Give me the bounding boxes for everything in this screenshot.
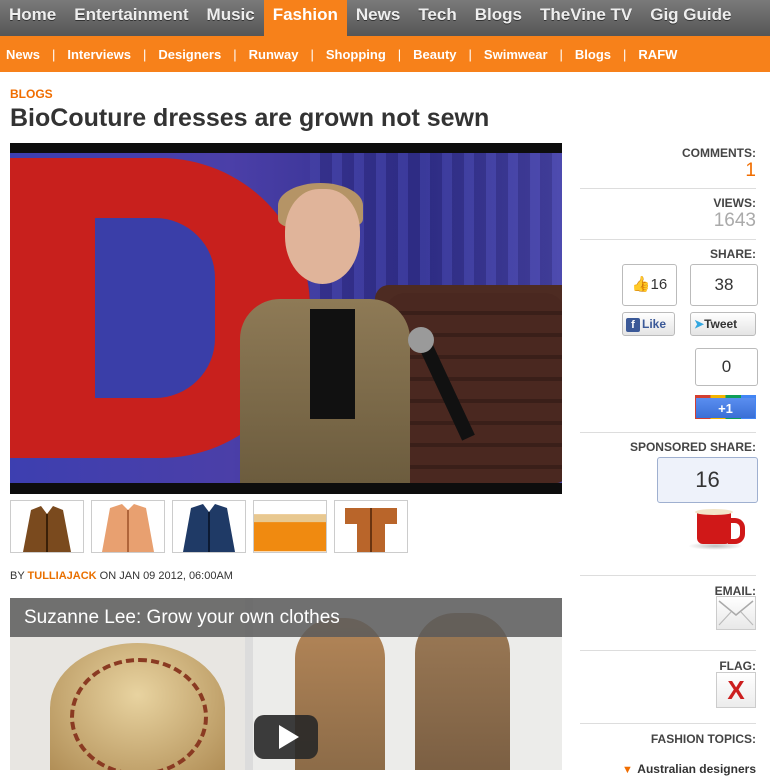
topic-australian-designers[interactable]: Australian designers	[637, 762, 756, 776]
author-link[interactable]: TULLIAJACK	[28, 570, 97, 582]
subnav-separator: |	[397, 46, 402, 62]
subnav-separator: |	[623, 46, 627, 62]
play-button[interactable]	[254, 715, 318, 759]
subnav-news[interactable]: News	[0, 47, 46, 62]
subnav-runway[interactable]: Runway	[243, 47, 305, 62]
tweet-button[interactable]: ➤Tweet	[690, 312, 756, 336]
topics-block: FASHION TOPICS: ▼ Australian designers	[580, 724, 756, 784]
nav-music[interactable]: Music	[198, 0, 264, 36]
flag-label: FLAG:	[719, 659, 756, 673]
stage-urn	[385, 293, 562, 483]
email-label: EMAIL:	[714, 584, 756, 598]
subnav-swimwear[interactable]: Swimwear	[478, 47, 554, 62]
subnav-separator: |	[559, 46, 563, 62]
flag-x-icon[interactable]: X	[716, 672, 756, 708]
coffee-mug-icon[interactable]	[697, 512, 731, 544]
fashion-topics-label: FASHION TOPICS:	[650, 732, 756, 746]
nav-gig-guide[interactable]: Gig Guide	[641, 0, 740, 36]
subnav-shopping[interactable]: Shopping	[320, 47, 392, 62]
gplus-label: +1	[718, 401, 733, 416]
comments-count[interactable]: 1	[580, 160, 756, 182]
gallery-thumbnails	[10, 500, 408, 553]
nav-home[interactable]: Home	[0, 0, 65, 36]
thumbnail-jacket-blue[interactable]	[172, 500, 246, 553]
subnav-blogs[interactable]: Blogs	[569, 47, 617, 62]
nav-entertainment[interactable]: Entertainment	[65, 0, 197, 36]
nav-news[interactable]: News	[347, 0, 409, 36]
facebook-like-button[interactable]: f Like	[622, 312, 675, 336]
byline-prefix: BY	[10, 570, 25, 582]
publish-date: ON JAN 09 2012, 06:00AM	[99, 570, 233, 582]
views-count: 1643	[713, 210, 756, 231]
video-title[interactable]: Suzanne Lee: Grow your own clothes	[24, 607, 340, 629]
section-label[interactable]: BLOGS	[10, 87, 53, 101]
facebook-count-box: 👍16	[622, 264, 677, 306]
email-envelope-icon[interactable]	[716, 596, 756, 630]
sponsored-count-box: 16	[657, 457, 758, 503]
subnav-separator: |	[51, 46, 56, 62]
microphone-head	[408, 327, 434, 353]
subnav-rafw[interactable]: RAFW	[632, 47, 683, 62]
sponsored-share-block: SPONSORED SHARE: 16	[580, 433, 758, 576]
tweet-label: Tweet	[704, 317, 738, 331]
subnav-interviews[interactable]: Interviews	[61, 47, 137, 62]
google-plus-one-button[interactable]: +1	[695, 395, 756, 419]
subnav-separator: |	[142, 46, 147, 62]
speaker-figure	[240, 183, 410, 483]
article-byline: BY TULLIAJACK ON JAN 09 2012, 06:00AM	[10, 570, 233, 582]
stage-background	[10, 153, 562, 483]
facebook-like-label: Like	[642, 317, 667, 331]
fashion-subnav: News | Interviews | Designers | Runway |…	[0, 36, 770, 72]
play-icon	[278, 725, 299, 749]
gplus-count: 0	[721, 357, 732, 376]
comments-label: COMMENTS:	[682, 146, 756, 160]
mug-rim	[695, 509, 733, 515]
subnav-separator: |	[233, 46, 237, 62]
main-video-still[interactable]	[10, 143, 562, 494]
nav-fashion[interactable]: Fashion	[263, 0, 347, 36]
article-title: BioCouture dresses are grown not sewn	[10, 104, 490, 132]
article-sidebar: COMMENTS: 1 VIEWS: 1643 SHARE: 👍16 38 0 …	[580, 140, 758, 784]
thumbnail-jacket-tan[interactable]	[91, 500, 165, 553]
gplus-count-box: 0	[695, 348, 758, 386]
main-nav: Home Entertainment Music Fashion News Te…	[0, 0, 770, 36]
thumbnail-kimono[interactable]	[334, 500, 408, 553]
thumbnail-culture-vat[interactable]	[253, 500, 327, 553]
twitter-bird-icon: ➤	[694, 317, 705, 331]
comments-block: COMMENTS: 1	[580, 140, 756, 189]
facebook-count: 16	[650, 276, 668, 293]
embedded-video-player[interactable]: Suzanne Lee: Grow your own clothes	[10, 598, 562, 770]
views-label: VIEWS:	[713, 196, 756, 210]
triangle-down-icon: ▼	[621, 764, 633, 776]
sponsored-count: 16	[695, 467, 720, 492]
hat-stitching	[70, 658, 208, 770]
flag-glyph: X	[727, 675, 745, 705]
topic-item[interactable]: ▼ Australian designers	[580, 760, 756, 778]
nav-tech[interactable]: Tech	[409, 0, 465, 36]
share-label: SHARE:	[709, 247, 756, 261]
facebook-icon: f	[626, 318, 640, 332]
nav-thevine-tv[interactable]: TheVine TV	[531, 0, 641, 36]
nav-blogs[interactable]: Blogs	[466, 0, 531, 36]
thumbs-up-icon: 👍	[631, 276, 651, 293]
sponsored-share-label: SPONSORED SHARE:	[629, 440, 756, 454]
mug-handle	[728, 518, 745, 544]
tweet-count-box: 38	[690, 264, 758, 306]
tweet-count: 38	[714, 275, 734, 294]
subnav-designers[interactable]: Designers	[152, 47, 227, 62]
thumbnail-jacket-brown[interactable]	[10, 500, 84, 553]
views-block: VIEWS: 1643	[580, 189, 756, 240]
subnav-separator: |	[310, 46, 314, 62]
subnav-beauty[interactable]: Beauty	[407, 47, 462, 62]
subnav-separator: |	[468, 46, 472, 62]
